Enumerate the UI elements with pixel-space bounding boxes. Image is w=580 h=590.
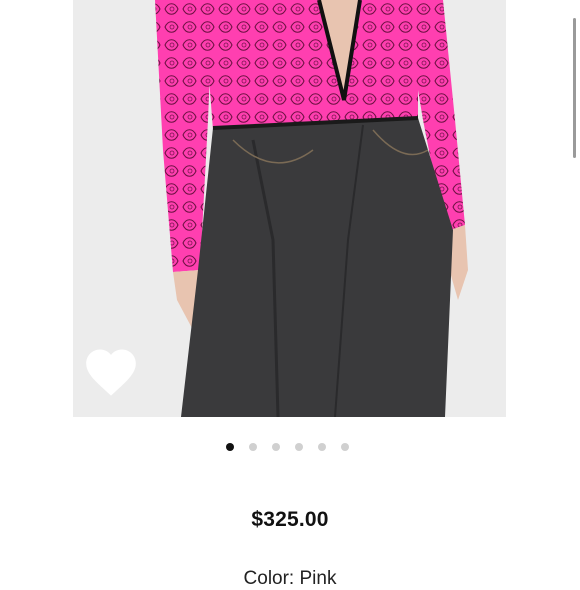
wishlist-button[interactable] [82,346,140,398]
pager-dot-4[interactable] [294,443,303,451]
pager-dot-1[interactable] [225,443,234,451]
heart-icon [86,349,136,396]
carousel-pager [0,442,577,452]
pager-dot-2[interactable] [248,443,257,451]
pager-dot-5[interactable] [317,443,326,451]
pager-dot-3[interactable] [271,443,280,451]
product-color-label: Color: Pink [243,568,337,589]
pager-dot-6[interactable] [340,443,349,451]
product-price: $325.00 [251,508,329,531]
scroll-indicator[interactable] [573,18,576,158]
